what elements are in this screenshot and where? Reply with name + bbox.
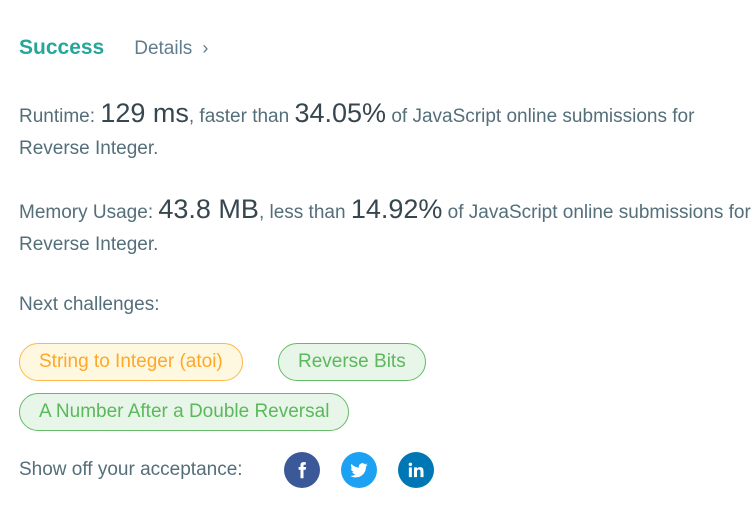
details-link[interactable]: Details › bbox=[134, 38, 208, 60]
runtime-compare-text: , faster than bbox=[188, 106, 295, 127]
share-row: Show off your acceptance: bbox=[19, 452, 434, 488]
twitter-share-button[interactable] bbox=[340, 452, 377, 488]
status-success: Success bbox=[19, 36, 105, 59]
challenge-chip-reverse-bits[interactable]: Reverse Bits bbox=[278, 343, 426, 381]
next-challenges-label: Next challenges: bbox=[19, 294, 160, 315]
challenge-chip-string-to-integer[interactable]: String to Integer (atoi) bbox=[19, 343, 243, 381]
result-header: Success Details › bbox=[19, 36, 208, 60]
facebook-share-button[interactable] bbox=[283, 452, 320, 488]
memory-percent: 14.92% bbox=[350, 194, 443, 224]
memory-label: Memory Usage: bbox=[19, 202, 159, 223]
details-label: Details bbox=[134, 38, 193, 59]
linkedin-share-button[interactable] bbox=[397, 452, 434, 488]
runtime-stat: Runtime: 129 ms, faster than 34.05% of J… bbox=[19, 97, 756, 165]
share-label: Show off your acceptance: bbox=[19, 459, 243, 480]
twitter-icon bbox=[349, 463, 368, 478]
challenge-chip-number-after-double-reversal[interactable]: A Number After a Double Reversal bbox=[19, 393, 350, 431]
chevron-right-icon: › bbox=[202, 38, 209, 58]
memory-value: 43.8 MB bbox=[158, 194, 259, 224]
memory-compare-text: , less than bbox=[258, 202, 351, 223]
facebook-icon bbox=[298, 462, 306, 479]
memory-stat: Memory Usage: 43.8 MB, less than 14.92% … bbox=[19, 193, 756, 261]
runtime-percent: 34.05% bbox=[294, 98, 387, 128]
linkedin-icon bbox=[408, 462, 424, 478]
runtime-label: Runtime: bbox=[19, 106, 101, 127]
runtime-value: 129 ms bbox=[100, 98, 189, 128]
